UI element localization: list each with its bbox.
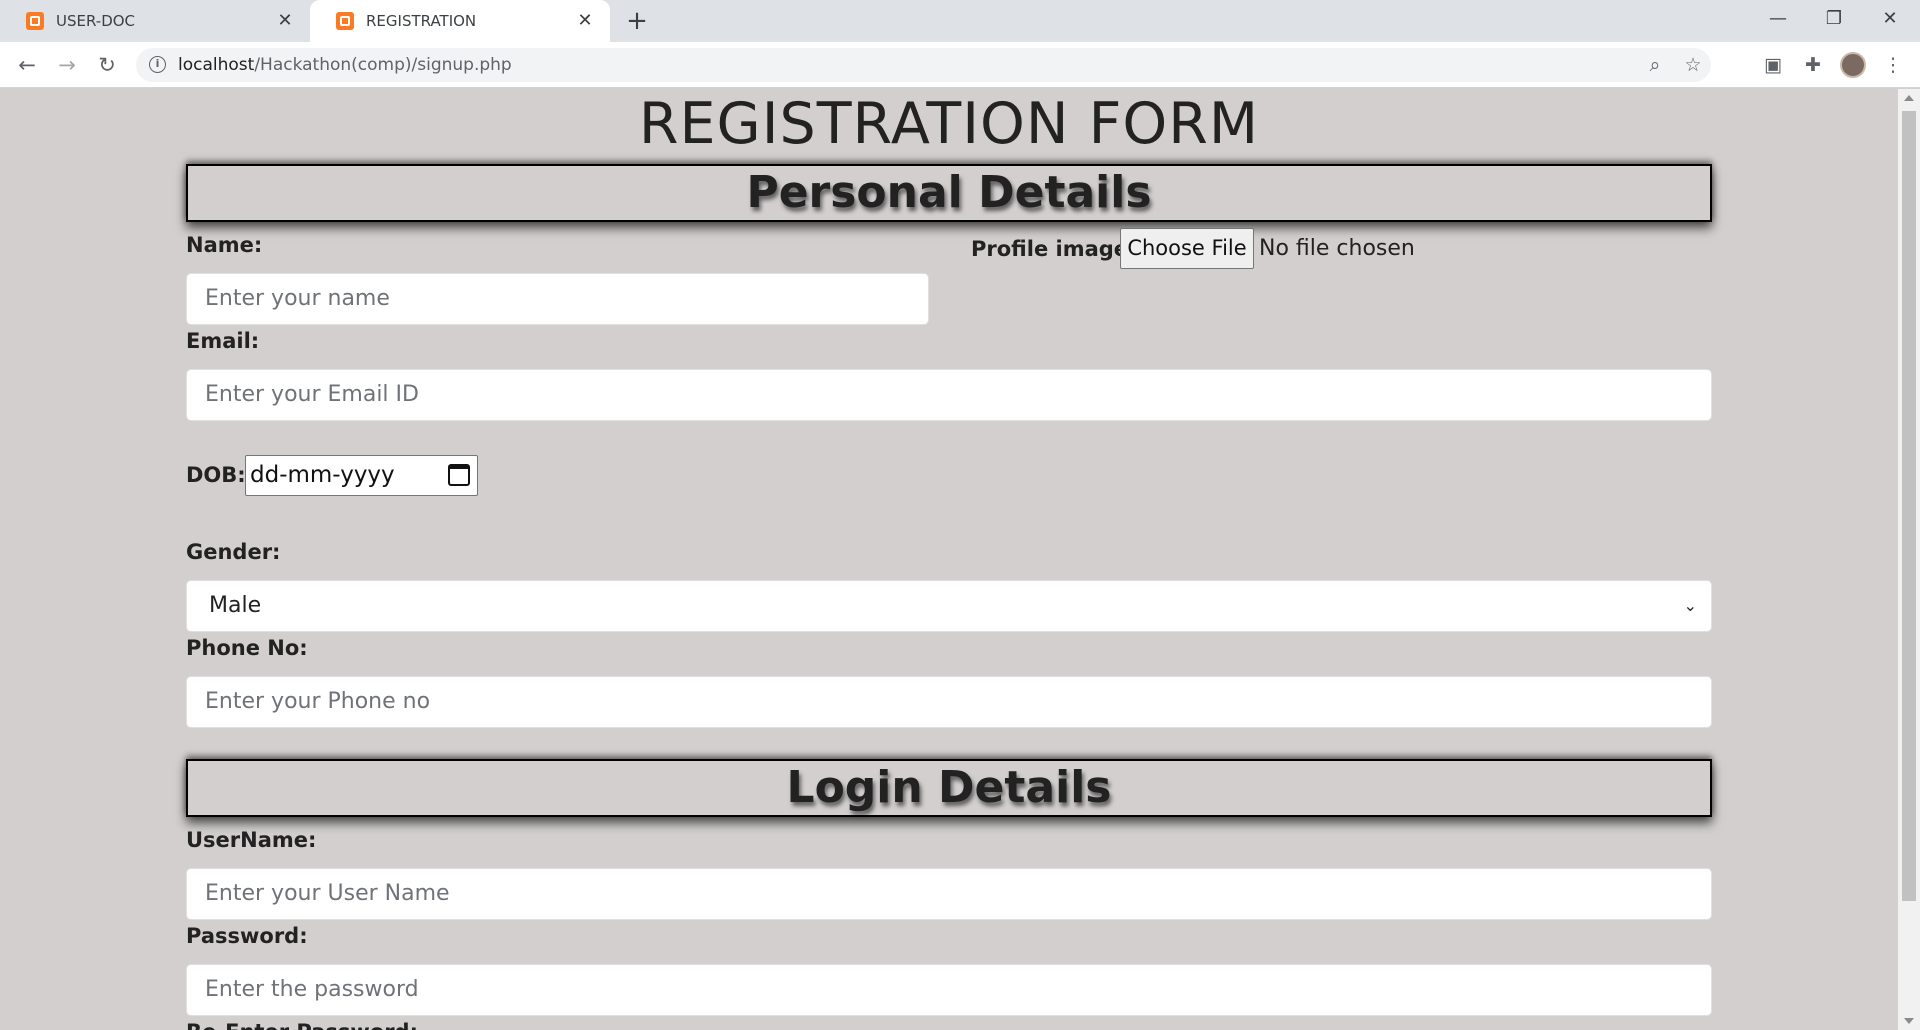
close-tab-icon[interactable]: ✕ bbox=[274, 10, 296, 32]
chevron-down-icon: ⌄ bbox=[1683, 596, 1697, 615]
reenter-password-label: Re-Enter Password: bbox=[186, 1020, 418, 1030]
restore-icon[interactable]: ❐ bbox=[1806, 0, 1862, 38]
new-tab-icon[interactable]: + bbox=[622, 6, 652, 36]
file-status: No file chosen bbox=[1259, 236, 1415, 261]
page-title: REGISTRATION FORM bbox=[638, 91, 1260, 157]
page-viewport: REGISTRATION FORM Personal Details Name:… bbox=[0, 89, 1898, 1030]
calendar-icon[interactable] bbox=[448, 464, 470, 486]
username-label: UserName: bbox=[186, 828, 317, 852]
tab-user-doc[interactable]: USER-DOC ✕ bbox=[0, 0, 310, 42]
username-field[interactable]: Enter your User Name bbox=[186, 868, 1712, 920]
close-tab-icon[interactable]: ✕ bbox=[574, 10, 596, 32]
password-label: Password: bbox=[186, 924, 308, 948]
menu-kebab-icon[interactable]: ⋮ bbox=[1880, 52, 1906, 78]
phone-label: Phone No: bbox=[186, 636, 308, 660]
zoom-icon[interactable]: ⌕ bbox=[1643, 53, 1667, 77]
section-login-details: Login Details bbox=[186, 759, 1712, 817]
xampp-favicon-icon bbox=[26, 12, 44, 30]
forward-icon[interactable]: → bbox=[52, 50, 82, 80]
section-personal-details: Personal Details bbox=[186, 164, 1712, 222]
site-info-icon[interactable]: i bbox=[149, 56, 166, 73]
xampp-favicon-icon bbox=[336, 12, 354, 30]
page-scrollbar[interactable] bbox=[1898, 89, 1920, 1030]
profile-avatar[interactable] bbox=[1840, 52, 1866, 78]
url-text[interactable]: localhost/Hackathon(comp)/signup.php bbox=[178, 48, 512, 82]
bookmark-star-icon[interactable]: ☆ bbox=[1681, 53, 1705, 77]
name-field[interactable]: Enter your name bbox=[186, 273, 929, 325]
url-omnibox[interactable]: i localhost/Hackathon(comp)/signup.php ⌕… bbox=[136, 48, 1711, 82]
tab-label: REGISTRATION bbox=[366, 12, 477, 30]
tab-registration[interactable]: REGISTRATION ✕ bbox=[310, 0, 610, 42]
choose-file-button[interactable]: Choose File bbox=[1120, 228, 1254, 269]
browser-tab-bar: USER-DOC ✕ REGISTRATION ✕ + — ❐ ✕ bbox=[0, 0, 1920, 42]
scroll-up-arrow-icon[interactable] bbox=[1904, 95, 1914, 101]
scroll-down-arrow-icon[interactable] bbox=[1904, 1018, 1914, 1024]
gender-select[interactable]: Male ⌄ bbox=[186, 580, 1712, 632]
close-window-icon[interactable]: ✕ bbox=[1862, 0, 1918, 38]
profile-image-label: Profile image: bbox=[971, 237, 1137, 261]
email-field[interactable]: Enter your Email ID bbox=[186, 369, 1712, 421]
dob-date-input[interactable]: dd-mm-yyyy bbox=[245, 455, 478, 496]
extensions-puzzle-icon[interactable]: ✚ bbox=[1800, 52, 1826, 78]
email-label: Email: bbox=[186, 329, 260, 353]
address-bar: ← → ↻ i localhost/Hackathon(comp)/signup… bbox=[0, 42, 1920, 88]
reload-icon[interactable]: ↻ bbox=[92, 50, 122, 80]
name-label: Name: bbox=[186, 233, 263, 257]
phone-field[interactable]: Enter your Phone no bbox=[186, 676, 1712, 728]
password-field[interactable]: Enter the password bbox=[186, 964, 1712, 1016]
minimize-icon[interactable]: — bbox=[1750, 0, 1806, 38]
dob-label: DOB: bbox=[186, 463, 246, 487]
extension-icon[interactable]: ▣ bbox=[1760, 52, 1786, 78]
gender-value: Male bbox=[209, 593, 262, 618]
back-icon[interactable]: ← bbox=[12, 50, 42, 80]
scroll-thumb[interactable] bbox=[1902, 111, 1916, 901]
dob-value: dd-mm-yyyy bbox=[250, 462, 395, 488]
tab-label: USER-DOC bbox=[56, 12, 136, 30]
gender-label: Gender: bbox=[186, 540, 281, 564]
